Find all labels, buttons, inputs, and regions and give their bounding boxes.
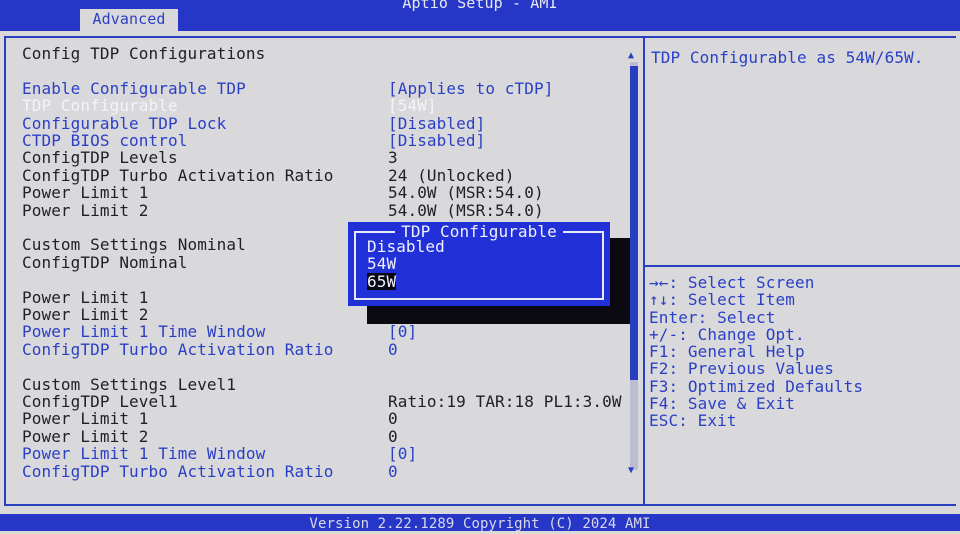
setting-label: Power Limit 2 bbox=[22, 426, 149, 446]
help-text: TDP Configurable as 54W/65W. bbox=[651, 48, 924, 67]
setting-row: ConfigTDP Turbo Activation Ratio 24 (Unlo… bbox=[22, 165, 622, 185]
setting-label: Enable Configurable TDP bbox=[22, 78, 246, 98]
setting-value: 0 bbox=[388, 426, 398, 446]
popup-option[interactable]: 54W bbox=[367, 255, 396, 273]
setting-row: ConfigTDP Level1 Ratio:19 TAR:18 PL1:3.0W bbox=[22, 392, 622, 411]
setting-label: ConfigTDP Turbo Activation Ratio bbox=[22, 461, 334, 481]
setting-value: 24 (Unlocked) bbox=[388, 165, 515, 185]
setting-row[interactable]: ConfigTDP Turbo Activation Ratio 0 bbox=[22, 461, 622, 481]
setting-value[interactable]: 0 bbox=[388, 462, 398, 480]
setting-row[interactable]: Power Limit 1 Time Window [0] bbox=[22, 444, 622, 464]
setting-label: Power Limit 1 Time Window bbox=[22, 444, 266, 464]
setting-row[interactable]: Power Limit 1 Time Window [0] bbox=[22, 322, 622, 342]
key-hint: Enter: Select bbox=[649, 307, 776, 327]
setting-value: Ratio:19 TAR:18 PL1:3.0W bbox=[388, 392, 622, 411]
setting-label: ConfigTDP Nominal bbox=[22, 252, 188, 272]
setting-value: 0 bbox=[388, 409, 398, 429]
key-hint: F1: General Help bbox=[649, 342, 805, 362]
key-hint: →←: Select Screen bbox=[649, 273, 815, 292]
footer-version: Version 2.22.1289 Copyright (C) 2024 AMI bbox=[0, 514, 960, 532]
setting-row: Power Limit 2 54.0W (MSR:54.0) bbox=[22, 200, 622, 220]
setting-value: 54.0W (MSR:54.0) bbox=[388, 200, 544, 220]
tdp-configurable-popup: TDP Configurable Disabled 54W 65W bbox=[348, 222, 610, 306]
popup-option[interactable]: 65W bbox=[367, 272, 397, 290]
setting-label: Power Limit 1 bbox=[22, 287, 149, 307]
setting-row: Config TDP Configurations bbox=[22, 44, 622, 63]
setting-row[interactable]: CTDP BIOS control [Disabled] bbox=[22, 131, 622, 150]
key-hint: F4: Save & Exit bbox=[649, 394, 795, 414]
setting-label: Configurable TDP Lock bbox=[22, 113, 227, 133]
setting-label: TDP Configurable bbox=[22, 96, 178, 116]
setting-row[interactable]: Enable Configurable TDP [Applies to cTDP] bbox=[22, 78, 622, 98]
setting-label: ConfigTDP Levels bbox=[22, 148, 178, 168]
setting-value: 54.0W (MSR:54.0) bbox=[388, 183, 544, 203]
title-bar: Aptio Setup - AMI Advanced bbox=[0, 0, 960, 31]
setting-label: Power Limit 2 bbox=[22, 305, 149, 324]
scrollbar-thumb[interactable] bbox=[630, 66, 638, 380]
setting-value[interactable]: [Disabled] bbox=[388, 114, 485, 132]
setting-row: Power Limit 1 0 bbox=[22, 409, 622, 429]
setting-label: CTDP BIOS control bbox=[22, 131, 188, 150]
setting-value[interactable]: [0] bbox=[388, 445, 417, 463]
scroll-up-icon[interactable]: ▲ bbox=[628, 50, 634, 61]
setting-row[interactable]: TDP Configurable [54W] bbox=[22, 96, 622, 116]
setting-row: ConfigTDP Levels 3 bbox=[22, 148, 622, 168]
setting-label: Custom Settings Level1 bbox=[22, 374, 237, 394]
panel-divider bbox=[643, 36, 645, 506]
setting-value: 3 bbox=[388, 148, 398, 168]
key-hint: F3: Optimized Defaults bbox=[649, 376, 864, 396]
setting-value[interactable]: [0] bbox=[388, 323, 417, 341]
help-divider bbox=[645, 265, 960, 267]
key-legend: →←: Select Screen ↑↓: Select Item Enter: S… bbox=[649, 274, 863, 430]
setting-label: Power Limit 1 bbox=[22, 183, 149, 203]
setting-value[interactable]: [54W] bbox=[388, 97, 437, 115]
popup-option[interactable]: Disabled bbox=[367, 238, 445, 256]
setting-label: Config TDP Configurations bbox=[22, 44, 266, 63]
tab-advanced[interactable]: Advanced bbox=[80, 9, 178, 31]
spacer-row bbox=[22, 358, 622, 375]
setting-label: ConfigTDP Turbo Activation Ratio bbox=[22, 339, 334, 359]
key-hint: +/-: Change Opt. bbox=[649, 324, 805, 344]
setting-value[interactable]: [Applies to cTDP] bbox=[388, 79, 553, 97]
setting-label: Custom Settings Nominal bbox=[22, 235, 246, 255]
spacer-row bbox=[22, 62, 622, 79]
scroll-down-icon[interactable]: ▼ bbox=[628, 465, 634, 476]
setting-row[interactable]: Configurable TDP Lock [Disabled] bbox=[22, 113, 622, 133]
setting-label: Power Limit 2 bbox=[22, 200, 149, 220]
setting-value[interactable]: 0 bbox=[388, 340, 398, 358]
setting-label: ConfigTDP Turbo Activation Ratio bbox=[22, 165, 334, 185]
key-hint: F2: Previous Values bbox=[649, 359, 834, 379]
setting-row: Power Limit 1 54.0W (MSR:54.0) bbox=[22, 183, 622, 203]
setting-row: Power Limit 2 0 bbox=[22, 426, 622, 446]
setting-label: Power Limit 1 bbox=[22, 409, 149, 429]
setting-row: Custom Settings Level1 bbox=[22, 374, 622, 394]
setting-row[interactable]: ConfigTDP Turbo Activation Ratio 0 bbox=[22, 339, 622, 359]
setting-value[interactable]: [Disabled] bbox=[388, 132, 485, 150]
key-hint: ↑↓: Select Item bbox=[649, 290, 795, 310]
setting-label: Power Limit 1 Time Window bbox=[22, 322, 266, 342]
setting-label: ConfigTDP Level1 bbox=[22, 392, 178, 411]
key-hint: ESC: Exit bbox=[649, 411, 737, 431]
